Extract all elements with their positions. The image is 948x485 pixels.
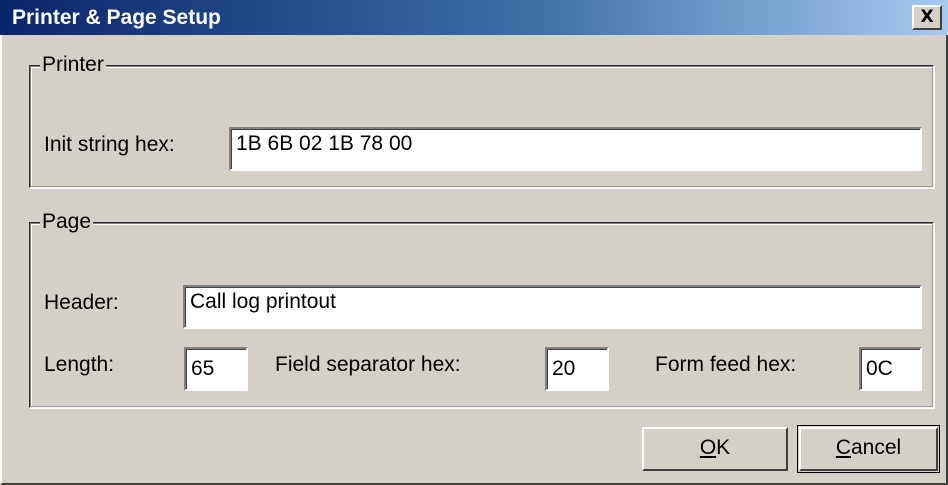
init-string-input[interactable]: 1B 6B 02 1B 78 00 xyxy=(229,127,922,171)
cancel-label-rest: ancel xyxy=(850,436,902,459)
header-input[interactable]: Call log printout xyxy=(183,285,922,329)
header-label: Header: xyxy=(44,291,119,314)
cancel-mnemonic: C xyxy=(835,436,851,459)
ok-mnemonic: O xyxy=(699,436,717,459)
length-input[interactable]: 65 xyxy=(184,347,248,391)
length-label: Length: xyxy=(44,353,115,376)
form-feed-label: Form feed hex: xyxy=(655,353,797,376)
title-bar[interactable]: Printer & Page Setup X xyxy=(0,0,948,35)
field-separator-label: Field separator hex: xyxy=(275,353,461,376)
close-button[interactable]: X xyxy=(912,5,942,30)
ok-label-rest: K xyxy=(716,436,731,459)
page-group-label: Page xyxy=(40,210,94,234)
close-icon: X xyxy=(920,7,934,27)
window-title: Printer & Page Setup xyxy=(12,6,221,29)
init-string-label: Init string hex: xyxy=(44,133,175,156)
ok-button[interactable]: OK xyxy=(642,427,788,471)
form-feed-input[interactable]: 0C xyxy=(859,347,922,391)
cancel-button[interactable]: Cancel xyxy=(799,427,938,471)
field-separator-input[interactable]: 20 xyxy=(545,347,609,391)
printer-group-label: Printer xyxy=(40,53,106,77)
